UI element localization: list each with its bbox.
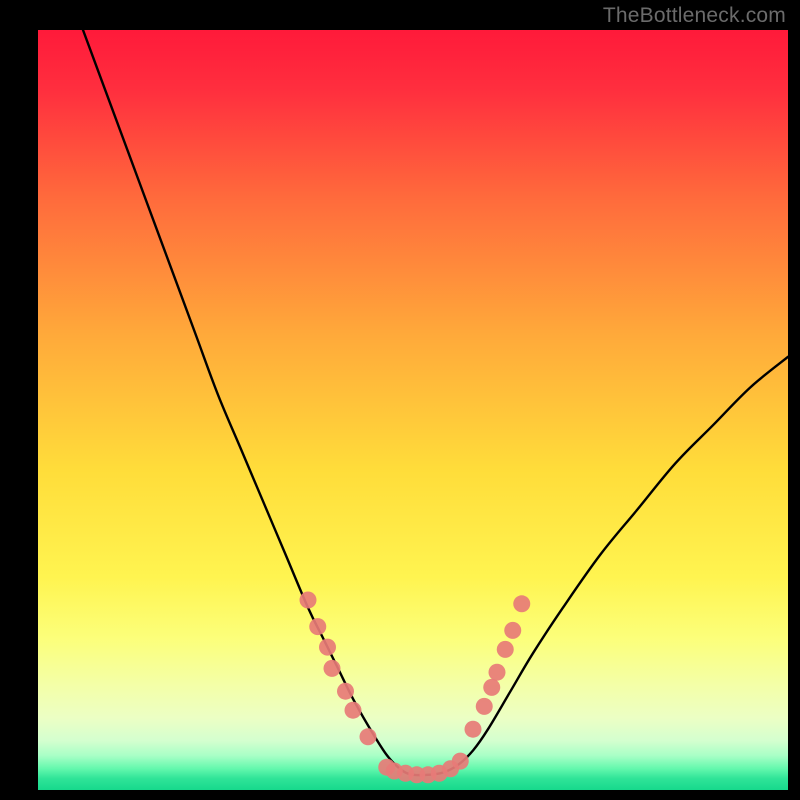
- data-marker: [497, 641, 514, 658]
- data-marker: [513, 595, 530, 612]
- markers-group: [300, 592, 531, 784]
- data-marker: [309, 618, 326, 635]
- data-marker: [300, 592, 317, 609]
- chart-frame: TheBottleneck.com: [0, 0, 800, 800]
- data-marker: [489, 664, 506, 681]
- data-marker: [483, 679, 500, 696]
- data-marker: [324, 660, 341, 677]
- watermark-text: TheBottleneck.com: [603, 4, 786, 28]
- data-marker: [345, 702, 362, 719]
- bottleneck-curve: [83, 30, 788, 775]
- data-marker: [319, 639, 336, 656]
- data-marker: [360, 728, 377, 745]
- data-marker: [465, 721, 482, 738]
- data-marker: [504, 622, 521, 639]
- data-marker: [452, 753, 469, 770]
- data-marker: [476, 698, 493, 715]
- data-marker: [337, 683, 354, 700]
- plot-area: [38, 30, 788, 790]
- curve-layer: [38, 30, 788, 790]
